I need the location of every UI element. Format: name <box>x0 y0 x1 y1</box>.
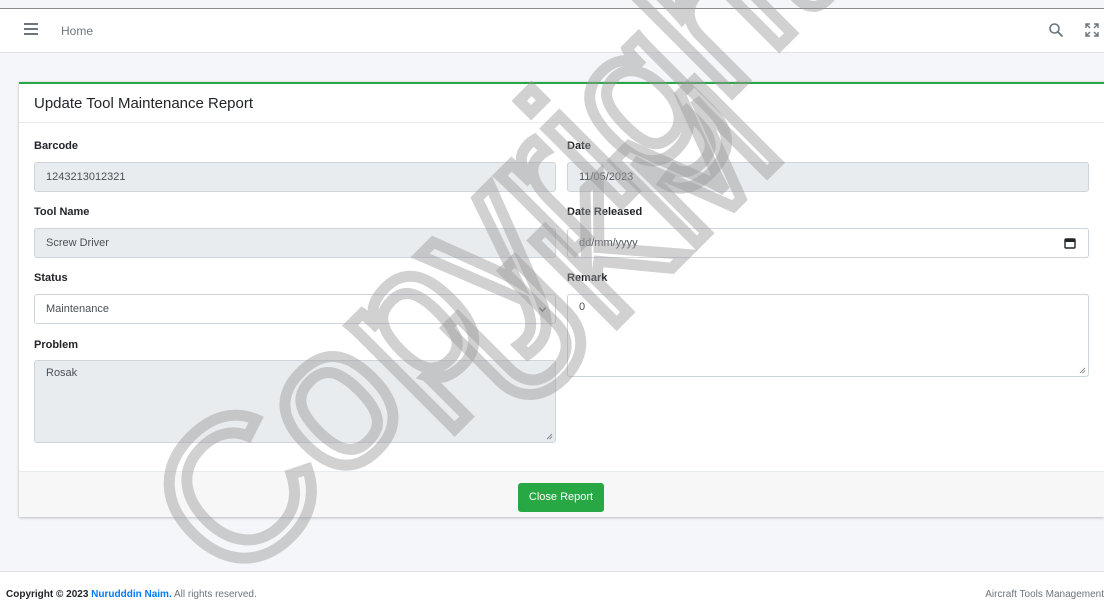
date-released-label: Date Released <box>567 206 643 218</box>
resize-handle-icon <box>546 433 553 440</box>
status-selected-value: Maintenance <box>46 303 109 315</box>
chevron-down-icon <box>538 307 547 313</box>
copyright-text: Copyright © 2023 Nurudddin Naim. All rig… <box>6 589 257 600</box>
tool-name-field: Screw Driver <box>34 228 556 258</box>
app-name: Aircraft Tools Management <box>985 589 1104 600</box>
card-header: Update Tool Maintenance Report <box>19 84 1104 123</box>
status-select[interactable]: Maintenance <box>34 294 556 324</box>
problem-textarea: Rosak <box>34 360 556 443</box>
card-footer: Close Report <box>19 471 1104 517</box>
problem-value: Rosak <box>46 367 78 379</box>
resize-handle-icon[interactable] <box>1079 367 1086 374</box>
top-navbar: Home <box>0 9 1104 53</box>
date-released-placeholder: dd/mm/yyyy <box>579 237 638 249</box>
remark-label: Remark <box>567 272 608 284</box>
nav-home-link[interactable]: Home <box>61 24 93 38</box>
fullscreen-icon[interactable] <box>1084 22 1100 38</box>
close-report-button[interactable]: Close Report <box>518 483 604 512</box>
tool-name-label: Tool Name <box>34 206 90 218</box>
card-title: Update Tool Maintenance Report <box>34 95 254 112</box>
calendar-icon[interactable] <box>1064 237 1076 249</box>
maintenance-report-card: Update Tool Maintenance Report Barcode 1… <box>19 82 1104 517</box>
date-field: 11/05/2023 <box>567 162 1089 192</box>
status-label: Status <box>34 272 68 284</box>
problem-label: Problem <box>34 339 79 351</box>
search-icon[interactable] <box>1048 22 1064 38</box>
barcode-field: 1243213012321 <box>34 162 556 192</box>
remark-value: 0 <box>579 301 586 313</box>
copyright-prefix: Copyright © 2023 <box>6 589 89 600</box>
date-released-input[interactable]: dd/mm/yyyy <box>567 228 1089 258</box>
hamburger-menu-icon[interactable] <box>24 23 38 35</box>
rights-text: All rights reserved. <box>173 589 257 600</box>
date-label: Date <box>567 140 591 152</box>
remark-textarea[interactable]: 0 <box>567 294 1089 377</box>
page-footer: Copyright © 2023 Nurudddin Naim. All rig… <box>0 571 1104 605</box>
barcode-label: Barcode <box>34 140 79 152</box>
author-link[interactable]: Nurudddin Naim. <box>91 589 172 600</box>
